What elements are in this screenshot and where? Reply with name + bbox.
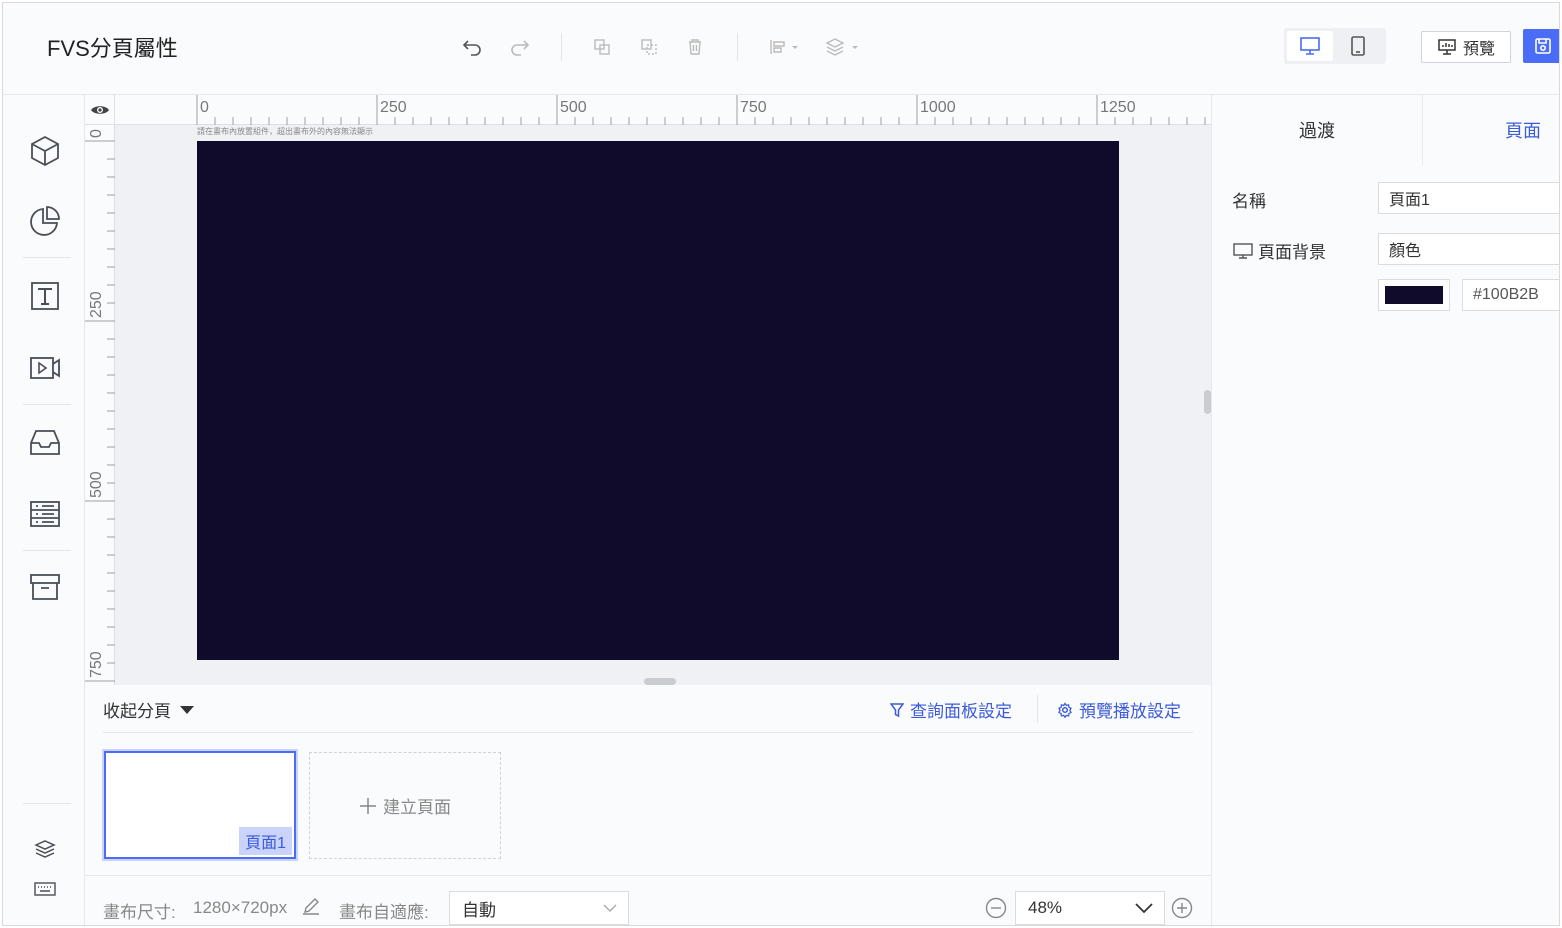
align-icon[interactable] — [767, 33, 803, 61]
save-icon — [1535, 38, 1551, 54]
canvas-area: 0 250 500 750 1000 1250 0 250 500 750 請在畫布內放置組件，… — [85, 95, 1211, 685]
ruler-top-label: 0 — [200, 99, 209, 116]
header: FVS分頁屬性 預覽 — [3, 3, 1559, 95]
layers-icon[interactable] — [27, 831, 63, 867]
caret-down-icon — [180, 705, 194, 714]
horizontal-scrollbar[interactable] — [644, 678, 676, 685]
preview-label: 預覽 — [1462, 41, 1495, 58]
canvas-hint: 請在畫布內放置組件，超出畫布外的內容無法顯示 — [197, 127, 373, 136]
edit-size-icon[interactable] — [301, 896, 321, 921]
chevron-down-icon — [603, 904, 617, 912]
query-panel-settings-link[interactable]: 查詢面板設定 — [890, 697, 1012, 722]
pie-chart-icon[interactable] — [27, 203, 63, 239]
add-page-label: 建立頁面 — [383, 798, 451, 817]
ruler-top-label: 250 — [380, 99, 407, 116]
archive-icon[interactable] — [27, 569, 63, 605]
properties-panel: 過渡 頁面 名稱 頁面1 頁面背景 顏色 #100B2B — [1211, 95, 1559, 925]
component-sidebar — [3, 95, 85, 925]
plus-icon — [360, 797, 376, 814]
preview-play-settings-link[interactable]: 預覽播放設定 — [1057, 697, 1181, 722]
canvas-adapt-select[interactable]: 自動 — [449, 891, 629, 925]
preview-monitor-icon — [1438, 39, 1456, 55]
app-window: FVS分頁屬性 預覽 0 250 500 750 1000 1250 0 250… — [2, 2, 1560, 926]
monitor-icon — [1300, 37, 1320, 55]
collapse-pages-label: 收起分頁 — [103, 702, 171, 721]
vertical-ruler: 0 250 500 750 — [85, 125, 115, 685]
tablet-icon — [1351, 36, 1365, 56]
chevron-down-icon — [1135, 903, 1153, 914]
tab-page[interactable]: 頁面 — [1423, 95, 1559, 165]
layer-order-icon[interactable] — [823, 33, 863, 61]
vertical-ruler-ticks: 0 250 500 750 — [85, 129, 115, 682]
device-toggle — [1284, 28, 1386, 64]
page-thumbnail[interactable]: 頁面1 — [104, 751, 296, 859]
ruler-left-label: 0 — [88, 129, 105, 138]
zoom-select[interactable]: 48% — [1015, 891, 1165, 925]
paste-icon[interactable] — [635, 33, 663, 61]
mobile-view-button[interactable] — [1335, 31, 1381, 61]
video-icon[interactable] — [27, 350, 63, 386]
query-panel-settings-label: 查詢面板設定 — [910, 702, 1012, 721]
gear-icon — [1058, 701, 1072, 718]
name-label-text: 名稱 — [1232, 192, 1266, 211]
canvas-adapt-label: 畫布自適應: — [339, 903, 429, 922]
copy-icon[interactable] — [588, 33, 616, 61]
ruler-top-label: 500 — [560, 99, 587, 116]
tab-transition[interactable]: 過渡 — [1212, 95, 1422, 165]
preview-button[interactable]: 預覽 — [1421, 31, 1511, 63]
page-name-input[interactable]: 頁面1 — [1378, 182, 1559, 214]
inbox-icon[interactable] — [27, 424, 63, 460]
text-icon[interactable] — [27, 278, 63, 314]
zoom-out-icon[interactable] — [985, 897, 1007, 919]
color-swatch — [1385, 286, 1443, 304]
horizontal-ruler: 0 250 500 750 1000 1250 — [115, 95, 1211, 125]
page-thumbnail-label: 頁面1 — [239, 827, 292, 855]
redo-icon[interactable] — [506, 33, 534, 61]
name-label: 名稱 — [1232, 187, 1266, 212]
ruler-visibility-toggle[interactable] — [85, 95, 115, 125]
undo-icon[interactable] — [458, 33, 486, 61]
collapse-pages-toggle[interactable]: 收起分頁 — [103, 697, 195, 722]
save-button[interactable] — [1523, 29, 1559, 63]
page-title: FVS分頁屬性 — [47, 36, 178, 61]
canvas-adapt-value: 自動 — [462, 900, 496, 920]
zoom-in-icon[interactable] — [1171, 897, 1193, 919]
3d-model-icon[interactable] — [27, 133, 63, 169]
background-type-value: 顏色 — [1389, 243, 1422, 260]
page-canvas[interactable] — [197, 141, 1119, 660]
page-background-label: 頁面背景 — [1232, 238, 1326, 263]
zoom-value: 48% — [1028, 898, 1063, 917]
eye-icon — [90, 105, 109, 114]
ruler-top-label: 1000 — [920, 99, 956, 116]
canvas-size-value: 1280×720px — [193, 898, 288, 917]
desktop-view-button[interactable] — [1287, 31, 1333, 61]
delete-icon[interactable] — [681, 33, 709, 61]
vertical-scrollbar[interactable] — [1204, 390, 1211, 414]
keyboard-icon[interactable] — [27, 871, 63, 907]
background-type-select[interactable]: 顏色 — [1378, 233, 1559, 265]
server-list-icon[interactable] — [27, 496, 63, 532]
add-page-button[interactable]: 建立頁面 — [309, 752, 501, 859]
page-name-value: 頁面1 — [1389, 192, 1430, 209]
color-hex-input[interactable]: #100B2B — [1462, 279, 1559, 311]
color-swatch-picker[interactable] — [1378, 279, 1450, 311]
ruler-left-label: 500 — [88, 471, 105, 498]
monitor-icon — [1233, 242, 1253, 259]
ruler-top-label: 750 — [740, 99, 767, 116]
status-bar: 畫布尺寸: 1280×720px 畫布自適應: 自動 48% — [85, 875, 1211, 925]
color-hex-value: #100B2B — [1473, 286, 1539, 303]
ruler-top-label: 1250 — [1100, 99, 1136, 116]
ruler-left-label: 750 — [88, 651, 105, 678]
preview-play-settings-label: 預覽播放設定 — [1079, 702, 1181, 721]
horizontal-ruler-ticks: 0 250 500 750 1000 1250 — [196, 95, 1206, 125]
page-background-label-text: 頁面背景 — [1258, 243, 1326, 262]
canvas-size-label: 畫布尺寸: — [103, 903, 176, 922]
pages-panel: 收起分頁 查詢面板設定 預覽播放設定 頁面1 建立頁面 — [85, 685, 1211, 875]
filter-icon — [890, 702, 904, 717]
ruler-left-label: 250 — [88, 291, 105, 318]
